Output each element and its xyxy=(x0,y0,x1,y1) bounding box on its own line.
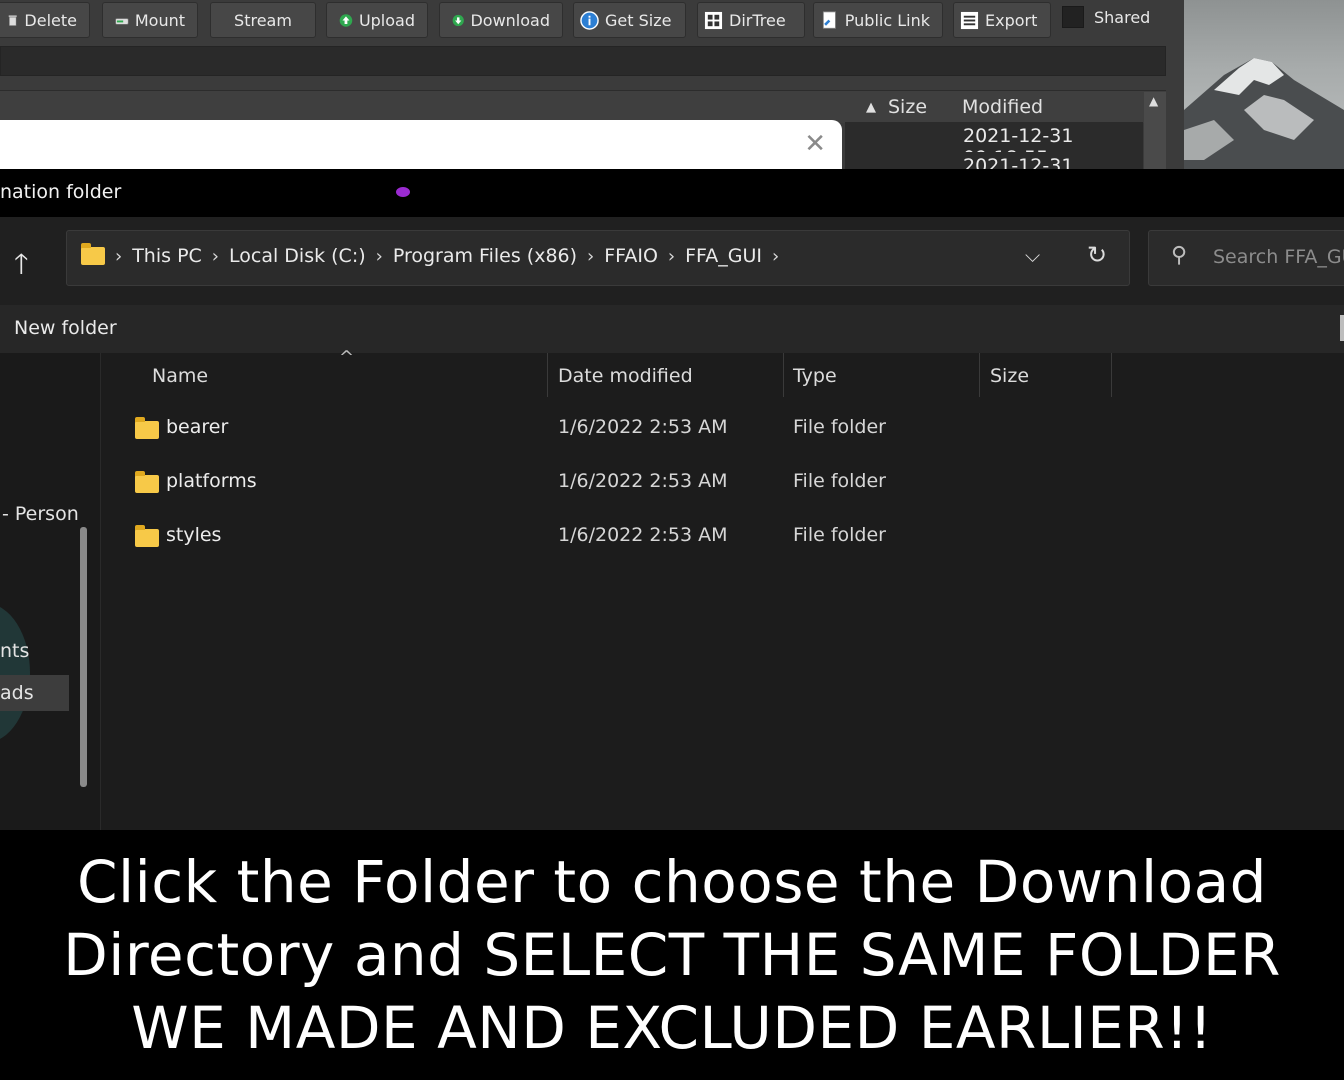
get-size-button[interactable]: Get Size xyxy=(573,2,686,38)
size-column-header[interactable]: Size xyxy=(888,96,927,118)
sort-caret-icon: ^ xyxy=(339,347,355,368)
chevron-right-icon[interactable]: › xyxy=(772,246,779,267)
breadcrumb-program-files[interactable]: Program Files (x86) xyxy=(393,245,577,267)
column-divider[interactable] xyxy=(547,353,548,397)
file-list: ^ Name Date modified Type Size bearer 1/… xyxy=(101,347,1344,830)
drive-icon xyxy=(115,17,129,25)
delete-button[interactable]: Delete xyxy=(0,2,90,38)
chevron-right-icon[interactable]: › xyxy=(376,246,383,267)
search-placeholder: Search FFA_GUI xyxy=(1213,246,1344,268)
mount-button[interactable]: Mount xyxy=(102,2,198,38)
file-row-bearer[interactable]: bearer 1/6/2022 2:53 AM File folder xyxy=(101,403,1344,457)
search-icon: ⚲ xyxy=(1171,243,1188,268)
search-box[interactable]: ⚲ Search FFA_GUI xyxy=(1148,230,1344,286)
navigation-pane: - Person nts ads xyxy=(0,353,101,830)
caption-line: Click the Folder to choose the Download xyxy=(77,847,1267,916)
desktop-wallpaper xyxy=(1184,0,1344,169)
command-bar: New folder xyxy=(0,305,1344,353)
shared-toggle[interactable]: Shared xyxy=(1062,6,1150,28)
stream-button[interactable]: Stream xyxy=(210,2,316,38)
breadcrumb-ffaio[interactable]: FFAIO xyxy=(604,245,658,267)
list-doc-icon xyxy=(960,11,979,29)
scroll-up-icon[interactable]: ▲ xyxy=(1149,94,1158,108)
dialog-title: nation folder xyxy=(0,181,122,203)
breadcrumb-ffa-gui[interactable]: FFA_GUI xyxy=(685,245,762,267)
breadcrumb-local-disk[interactable]: Local Disk (C:) xyxy=(229,245,366,267)
column-divider[interactable] xyxy=(979,353,980,397)
cursor-highlight xyxy=(0,603,30,743)
file-row-platforms[interactable]: platforms 1/6/2022 2:53 AM File folder xyxy=(101,457,1344,511)
upload-arrow-icon xyxy=(339,13,353,27)
nav-item-documents[interactable]: nts xyxy=(0,640,29,662)
remote-list-row[interactable]: 2021-12-31 09:18:55 xyxy=(845,122,1143,169)
dirtree-button[interactable]: DirTree xyxy=(697,2,805,38)
chevron-right-icon[interactable]: › xyxy=(668,246,675,267)
caption-text: Click the Folder to choose the Download … xyxy=(63,846,1281,1065)
folder-icon xyxy=(135,471,159,493)
up-arrow-icon[interactable]: 🡑 xyxy=(14,243,29,291)
sort-up-icon: ▲ xyxy=(866,100,876,115)
chevron-right-icon[interactable]: › xyxy=(587,246,594,267)
nav-pane-scrollbar[interactable] xyxy=(80,527,87,787)
folder-icon xyxy=(135,525,159,547)
type-column-header[interactable]: Type xyxy=(793,365,837,387)
chevron-down-icon[interactable]: ⌵ xyxy=(1025,243,1040,267)
notification-popup: ✕ xyxy=(0,120,842,169)
caption-line: WE MADE AND EXCLUDED EARLIER!! xyxy=(131,993,1213,1062)
name-column-header[interactable]: Name xyxy=(152,365,208,387)
folder-icon xyxy=(81,243,105,265)
date-column-header[interactable]: Date modified xyxy=(558,365,693,387)
tutorial-caption: Click the Folder to choose the Download … xyxy=(0,830,1344,1080)
cursor-indicator xyxy=(396,187,410,197)
public-link-button[interactable]: Public Link xyxy=(813,2,943,38)
close-icon[interactable]: ✕ xyxy=(804,129,826,159)
modified-column-header[interactable]: Modified xyxy=(962,96,1043,118)
refresh-icon[interactable]: ↻ xyxy=(1087,241,1107,269)
upload-button[interactable]: Upload xyxy=(326,2,428,38)
shared-checkbox[interactable] xyxy=(1062,6,1084,28)
export-button[interactable]: Export xyxy=(953,2,1051,38)
remote-path-bar[interactable] xyxy=(0,46,1166,76)
chevron-right-icon[interactable]: › xyxy=(115,246,122,267)
info-icon xyxy=(580,10,599,30)
column-divider[interactable] xyxy=(1111,353,1112,397)
nav-item-onedrive-personal[interactable]: - Person xyxy=(2,503,79,525)
navigation-bar: 🡑 › This PC › Local Disk (C:) › Program … xyxy=(0,217,1344,305)
file-row-styles[interactable]: styles 1/6/2022 2:53 AM File folder xyxy=(101,511,1344,565)
link-doc-icon xyxy=(822,10,836,29)
folder-icon xyxy=(135,417,159,439)
dialog-titlebar: nation folder xyxy=(0,169,1344,217)
mountain-image xyxy=(1184,58,1344,169)
address-bar[interactable]: › This PC › Local Disk (C:) › Program Fi… xyxy=(66,230,1130,286)
breadcrumb-this-pc[interactable]: This PC xyxy=(132,245,202,267)
view-options-edge[interactable] xyxy=(1340,315,1344,341)
caption-line: Directory and SELECT THE SAME FOLDER xyxy=(63,920,1281,989)
download-button[interactable]: Download xyxy=(439,2,563,38)
download-arrow-icon xyxy=(452,14,464,26)
column-divider[interactable] xyxy=(783,353,784,397)
chevron-right-icon[interactable]: › xyxy=(212,246,219,267)
remote-list-scrollbar[interactable]: ▲ xyxy=(1144,92,1166,169)
new-folder-button[interactable]: New folder xyxy=(14,317,117,339)
remote-list-header: ▲ Size Modified xyxy=(0,90,1166,123)
nav-item-downloads[interactable]: ads xyxy=(0,682,34,704)
size-column-header[interactable]: Size xyxy=(990,365,1029,387)
remote-list-row[interactable]: 2021-12-31 09:18:56 xyxy=(845,152,1143,169)
trash-icon xyxy=(8,14,17,26)
grid-icon xyxy=(704,11,723,29)
